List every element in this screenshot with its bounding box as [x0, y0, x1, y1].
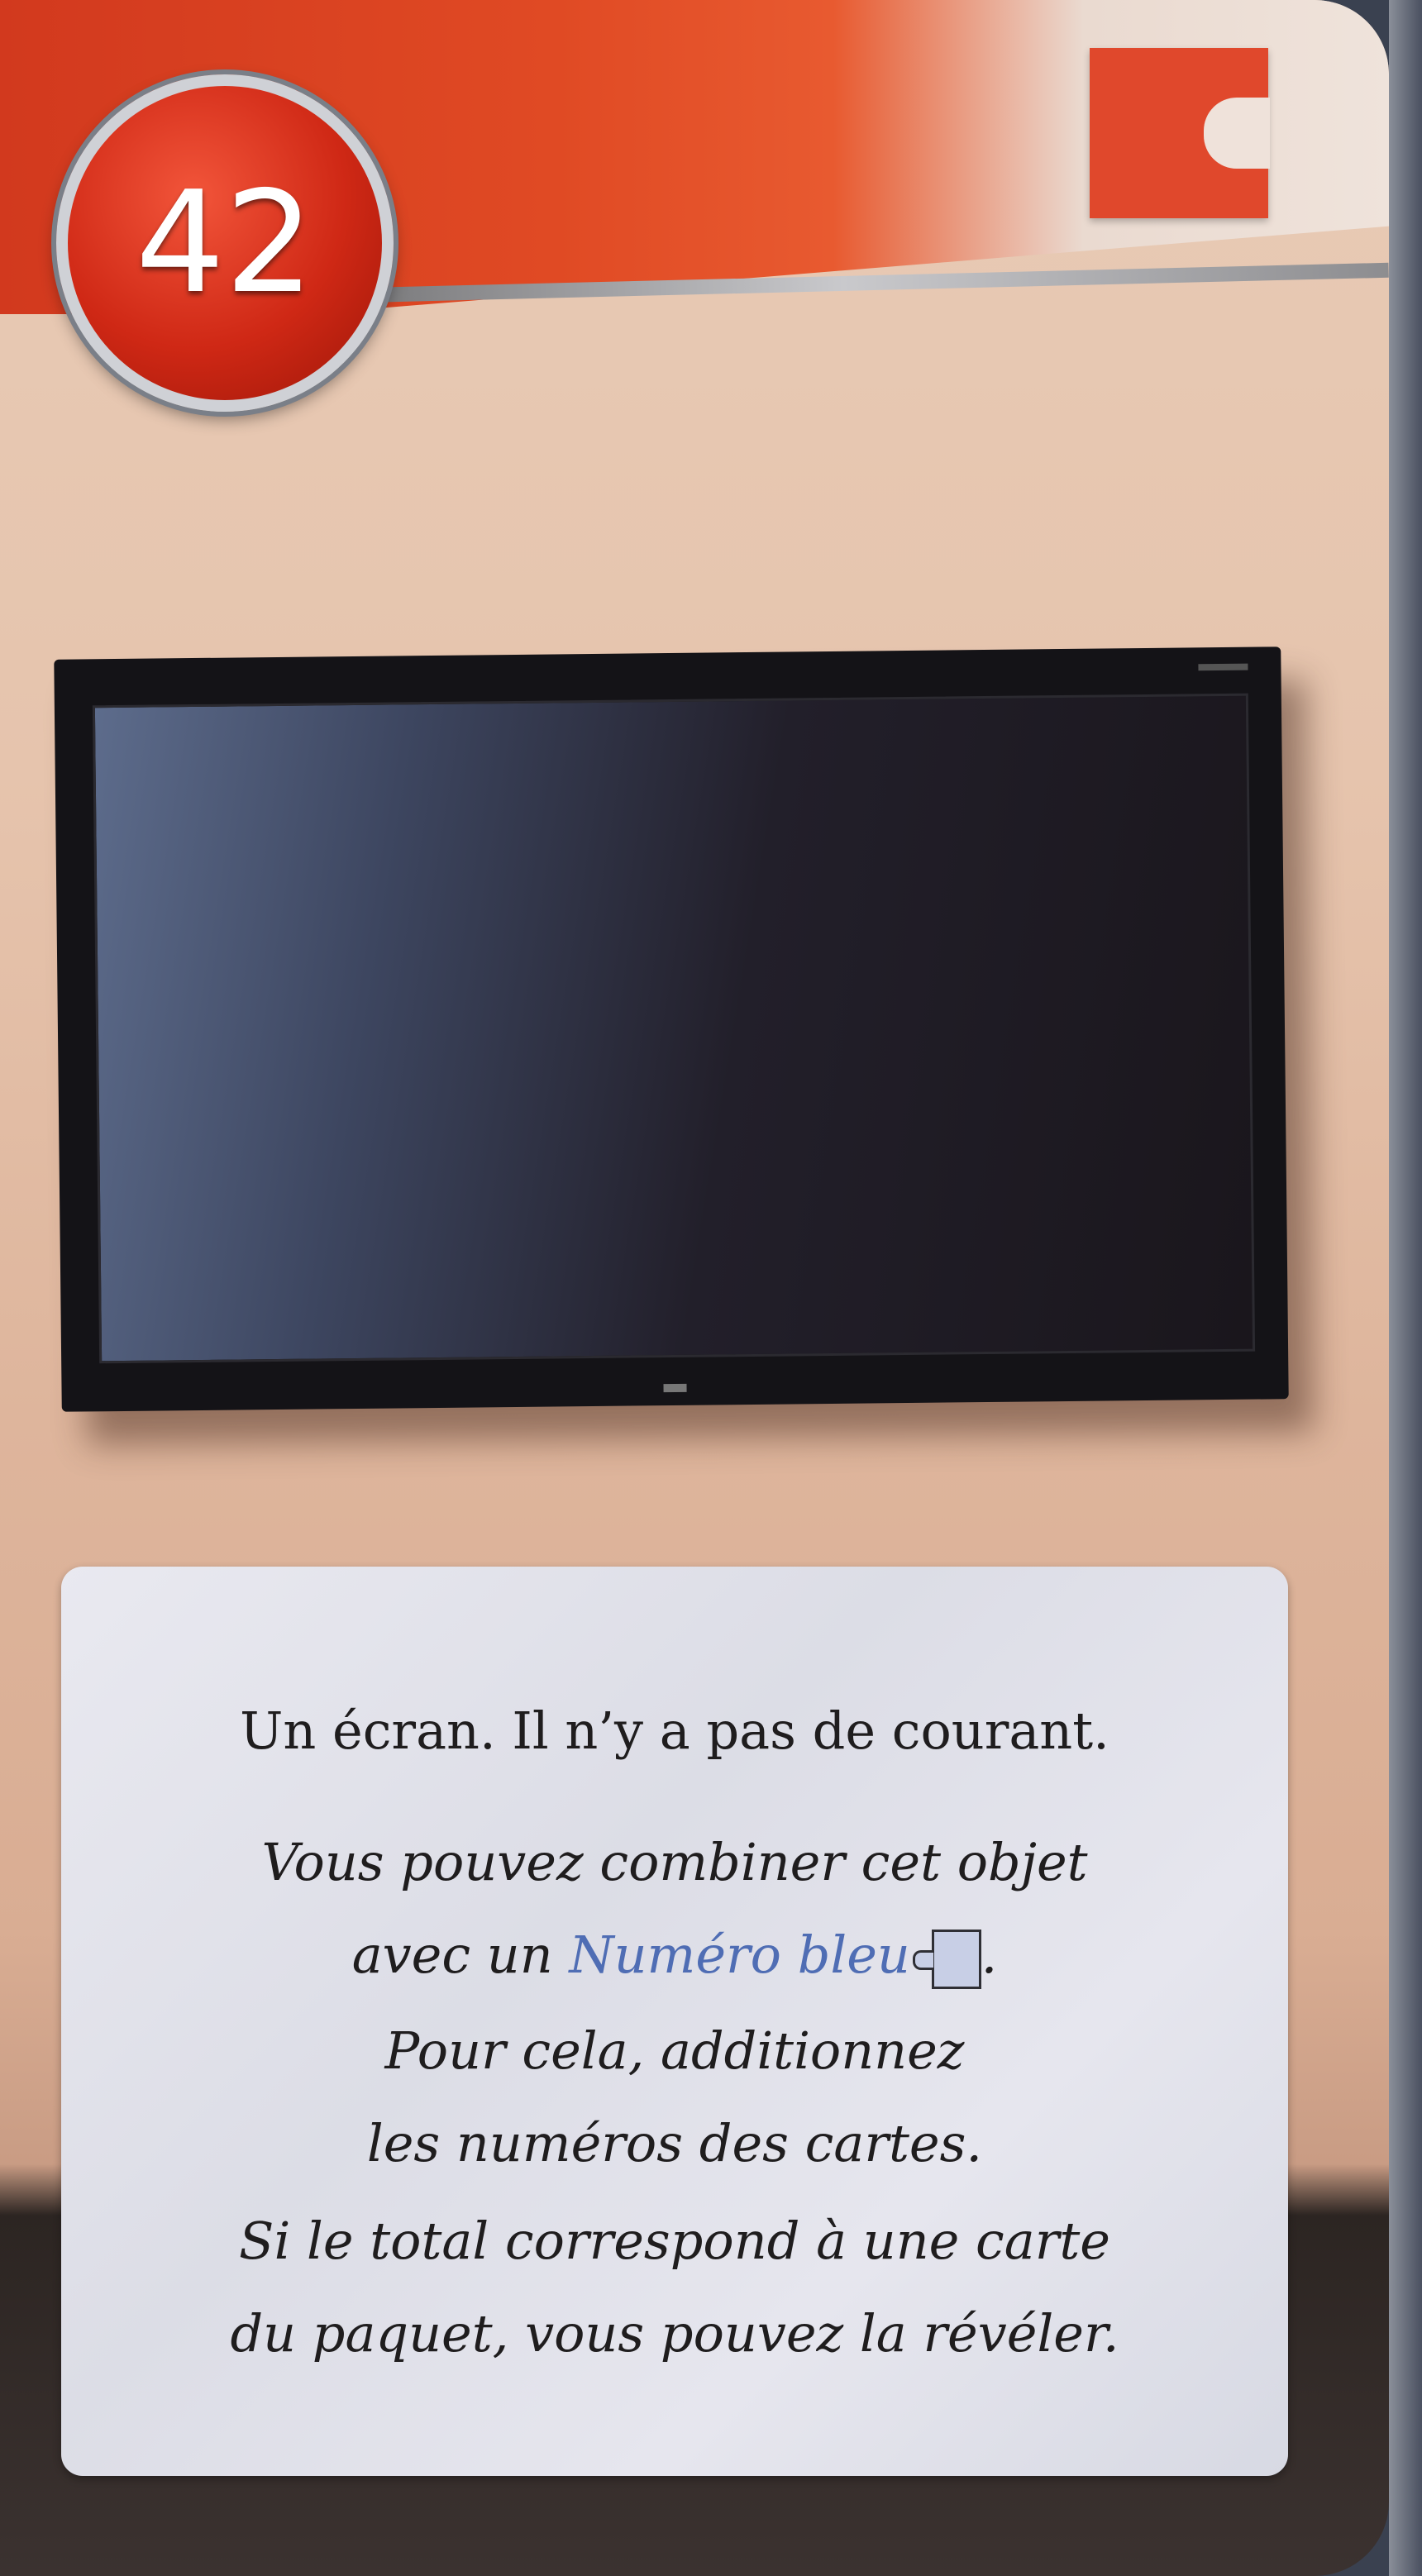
tv-display [92, 693, 1256, 1364]
card-number: 42 [135, 161, 315, 325]
card-description: Un écran. Il n’y a pas de courant. [240, 1701, 1109, 1761]
reveal-line-2: du paquet, vous pouvez la révéler. [230, 2303, 1119, 2364]
background-surface [1389, 0, 1422, 2576]
blue-puzzle-piece-icon [912, 1929, 981, 1989]
combine-line-2: avec un Numéro bleu . [61, 1909, 1288, 2001]
combine-line-2-prefix: avec un [351, 1925, 570, 1985]
blue-number-highlight: Numéro bleu [569, 1925, 910, 1985]
reveal-line-1: Si le total correspond à une carte [239, 2211, 1110, 2271]
red-puzzle-piece-icon [1090, 48, 1270, 218]
card-number-badge: 42 [56, 74, 394, 412]
tv-brand-mark [1198, 663, 1248, 671]
instruction-line-2: les numéros des cartes. [366, 2113, 983, 2173]
tv-logo-badge [663, 1383, 687, 1393]
instruction-line-1: Pour cela, additionnez [384, 2020, 965, 2081]
game-card[interactable]: 42 Un écran. Il n’y a pas de courant. Vo… [0, 0, 1389, 2576]
combine-line-2-suffix: . [981, 1925, 998, 1985]
puzzle-notch [1204, 98, 1270, 169]
instruction-text: Pour cela, additionnez les numéros des c… [61, 2005, 1288, 2190]
tv-screen-illustration [54, 646, 1289, 1412]
card-text-panel: Un écran. Il n’y a pas de courant. Vous … [61, 1567, 1288, 2476]
combine-text: Vous pouvez combiner cet objet avec un N… [61, 1816, 1288, 2001]
combine-line-1: Vous pouvez combiner cet objet [261, 1832, 1088, 1892]
reveal-text: Si le total correspond à une carte du pa… [61, 2195, 1288, 2380]
